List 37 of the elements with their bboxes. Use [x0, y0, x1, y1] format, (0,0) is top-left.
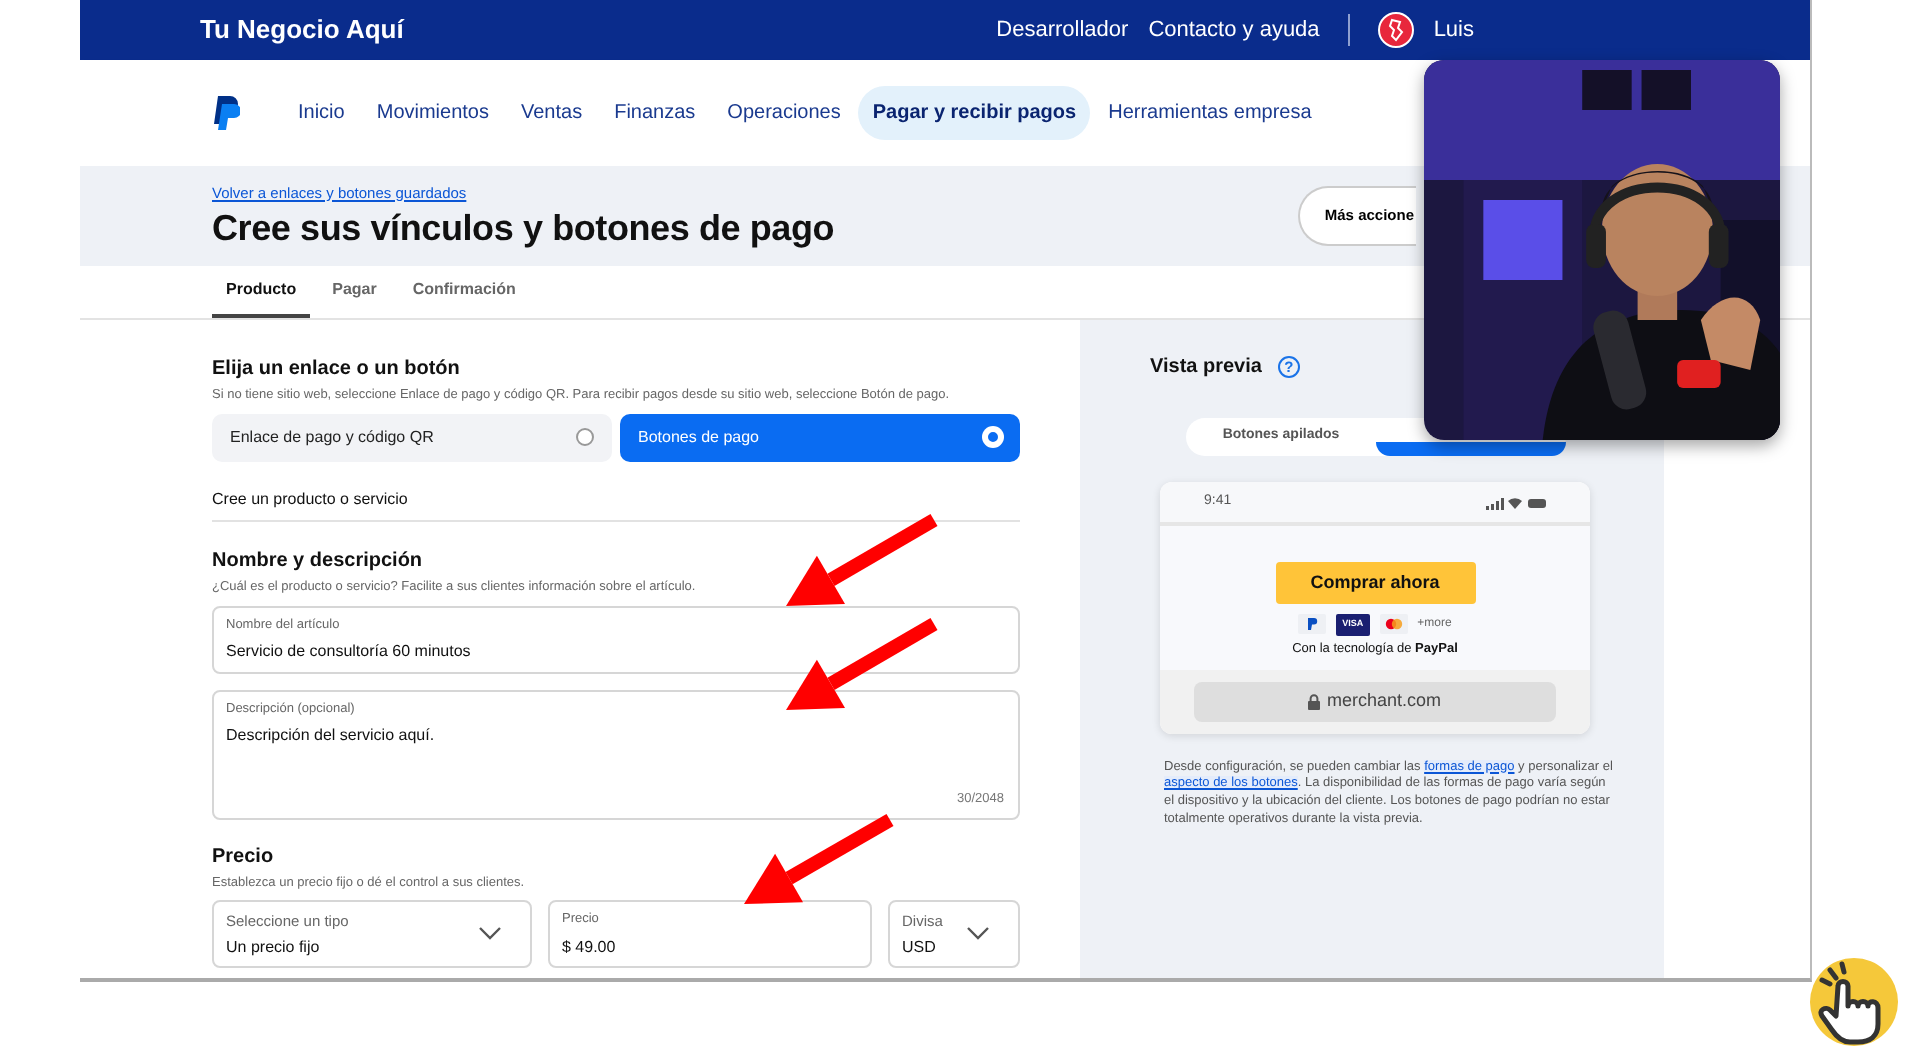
step-tab[interactable]: Confirmación [398, 266, 530, 318]
address-bar: merchant.com [1194, 681, 1556, 721]
arrow-icon [786, 617, 938, 710]
paypal-card-icon [1298, 614, 1327, 635]
section-label: Cree un producto o servicio [212, 461, 1020, 522]
nav-tab[interactable]: Pagar y recibir pagos [858, 86, 1091, 140]
arrow-icon [786, 513, 938, 606]
nav-tab[interactable]: Inicio [284, 86, 359, 140]
layout-tab[interactable] [1376, 442, 1566, 456]
mastercard-icon [1379, 614, 1408, 635]
nav-tab[interactable]: Herramientas empresa [1094, 86, 1326, 140]
step-tab[interactable]: Pagar [318, 266, 391, 318]
header-link[interactable]: Desarrollador [996, 13, 1129, 47]
nav-tab[interactable]: Ventas [507, 86, 597, 140]
chevron-down-icon [478, 926, 502, 943]
nav-tab[interactable]: Finanzas [600, 86, 710, 140]
radio-button[interactable] [576, 428, 594, 447]
user-name[interactable]: Luis [1433, 13, 1474, 47]
avatar-icon[interactable] [1377, 12, 1414, 48]
logo-icon[interactable] [212, 96, 240, 130]
header-link[interactable]: Contacto y ayuda [1148, 13, 1320, 47]
section-heading: Precio [212, 843, 276, 871]
status-icons [1486, 495, 1546, 509]
chevron-down-icon [966, 926, 990, 943]
brand-name[interactable]: Tu Negocio Aquí [200, 10, 404, 50]
option-card[interactable]: Enlace de pago y código QR [212, 413, 612, 462]
page-title: Cree sus vínculos y botones de pago [212, 207, 835, 251]
step-tab[interactable]: Producto [212, 266, 311, 318]
preview-title: Vista previa [1150, 354, 1262, 382]
option-card[interactable]: Botones de pago [620, 413, 1020, 462]
section-heading: Nombre y descripción [212, 547, 425, 576]
lock-icon [1308, 693, 1321, 709]
nav-tab[interactable]: Movimientos [362, 86, 503, 140]
section-heading: Elija un enlace o un botón [212, 356, 462, 384]
nav-tab[interactable]: Operaciones [713, 86, 855, 140]
arrow-icon [744, 813, 894, 904]
buy-now-button[interactable]: Comprar ahora [1275, 562, 1475, 604]
